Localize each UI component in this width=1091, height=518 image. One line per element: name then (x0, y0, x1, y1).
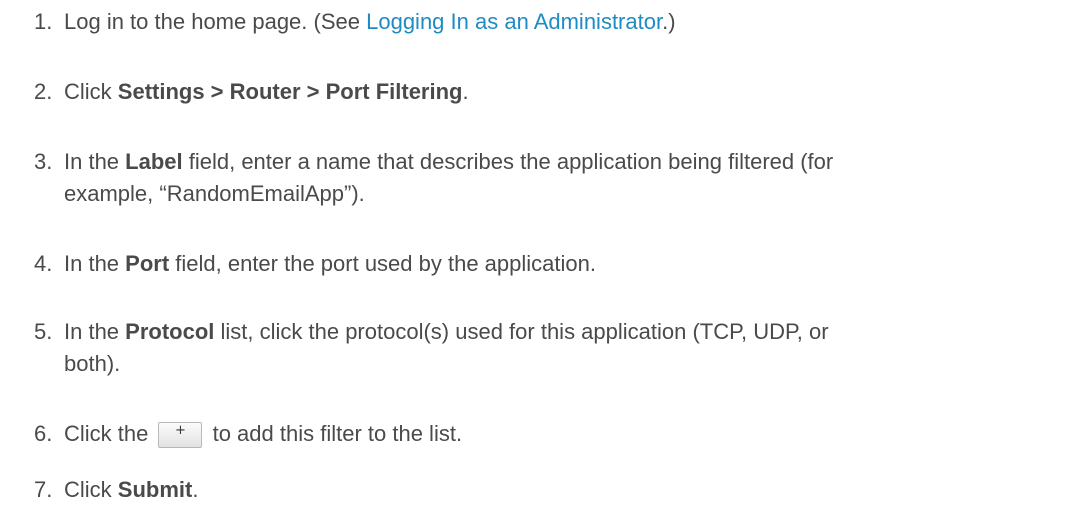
logging-in-link[interactable]: Logging In as an Administrator (366, 9, 662, 34)
step-text-part: field, enter a name that describes the a… (182, 149, 834, 174)
step-number: 1. (34, 9, 53, 34)
step-text: Log in to the home page. (See Logging In… (64, 6, 676, 38)
menu-path: Settings > Router > Port Filtering (117, 79, 463, 104)
step-text-part: Click (64, 79, 118, 104)
instruction-steps: 1. Log in to the home page. (See Logging… (0, 0, 1091, 518)
plus-icon: + (175, 423, 186, 438)
step-text-part: Click (64, 477, 118, 502)
step-number: 7. (34, 477, 53, 502)
step-number: 5. (34, 319, 53, 344)
step-text-part: In the (64, 149, 126, 174)
step-text: both). (64, 351, 121, 376)
submit-label: Submit (117, 477, 193, 502)
step-text: Click Submit. (64, 474, 198, 506)
step-text-part: list, click the protocol(s) used for thi… (214, 319, 829, 344)
step-text: example, “RandomEmailApp”). (64, 181, 365, 206)
step-text: In the Port field, enter the port used b… (64, 248, 596, 280)
step-text: In the Protocol list, click the protocol… (64, 316, 829, 348)
field-name-label: Label (125, 149, 183, 174)
list-name-protocol: Protocol (125, 319, 215, 344)
step-text: In the Label field, enter a name that de… (64, 146, 833, 178)
step-number: 2. (34, 79, 53, 104)
step-text-part: . (462, 79, 469, 104)
step-text-part: In the (64, 251, 126, 276)
step-text: Click Settings > Router > Port Filtering… (64, 76, 469, 108)
step-number: 3. (34, 149, 53, 174)
step-text-part: . (192, 477, 199, 502)
step-number: 6. (34, 421, 53, 446)
step-text-part: Log in to the home page. (See (64, 9, 367, 34)
step-number: 4. (34, 251, 53, 276)
step-text-part: to add this filter to the list. (206, 421, 463, 446)
add-filter-button[interactable]: + (158, 422, 203, 448)
step-text-part: In the (64, 319, 126, 344)
step-text: Click the + to add this filter to the li… (64, 418, 462, 450)
field-name-port: Port (125, 251, 170, 276)
step-text-part: Click the (64, 421, 155, 446)
step-text-part: field, enter the port used by the applic… (169, 251, 596, 276)
step-text-part: .) (662, 9, 676, 34)
